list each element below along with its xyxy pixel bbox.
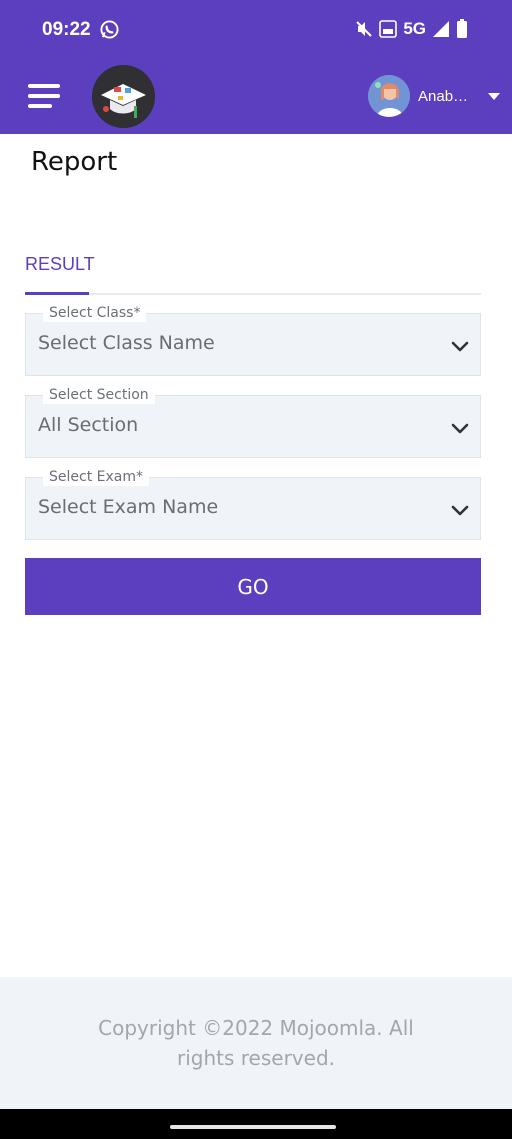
copyright-text: Copyright ©2022 Mojoomla. All rights res… (98, 1016, 414, 1070)
select-section-value: All Section (38, 414, 139, 436)
go-button[interactable]: GO (25, 558, 481, 615)
app-bar: Anabe… (0, 58, 512, 134)
select-section-label: Select Section (43, 386, 155, 404)
footer: Copyright ©2022 Mojoomla. All rights res… (0, 977, 512, 1109)
status-time: 09:22 (42, 19, 91, 40)
select-section-dropdown[interactable]: Select Section All Section (25, 386, 481, 458)
select-exam-label: Select Exam* (43, 468, 149, 486)
status-bar: 09:22 5G (0, 0, 512, 58)
volte-icon (379, 20, 398, 38)
select-class-label: Select Class* (43, 304, 147, 322)
avatar (368, 75, 410, 117)
select-exam-value: Select Exam Name (38, 496, 219, 518)
user-name: Anabe… (418, 87, 476, 105)
battery-icon (457, 19, 467, 38)
tab-result[interactable]: RESULT (25, 248, 95, 295)
whatsapp-icon (100, 20, 119, 39)
school-logo (92, 65, 155, 128)
select-exam-dropdown[interactable]: Select Exam* Select Exam Name (25, 468, 481, 540)
page-title: Report (31, 147, 118, 177)
select-class-dropdown[interactable]: Select Class* Select Class Name (25, 304, 481, 376)
caret-down-icon (488, 92, 500, 100)
hamburger-icon[interactable] (28, 84, 60, 108)
gesture-handle[interactable] (170, 1125, 336, 1129)
tab-result-label: RESULT (25, 254, 95, 274)
chevron-down-icon (451, 423, 469, 434)
signal-icon (433, 21, 449, 37)
system-nav-bar (0, 1109, 512, 1139)
network-type: 5G (403, 19, 426, 38)
user-menu[interactable]: Anabe… (368, 74, 500, 118)
tab-bar: RESULT (25, 248, 481, 295)
chevron-down-icon (451, 341, 469, 352)
select-class-value: Select Class Name (38, 332, 215, 354)
chevron-down-icon (451, 505, 469, 516)
mute-icon (356, 21, 373, 37)
tab-active-indicator (25, 292, 89, 295)
